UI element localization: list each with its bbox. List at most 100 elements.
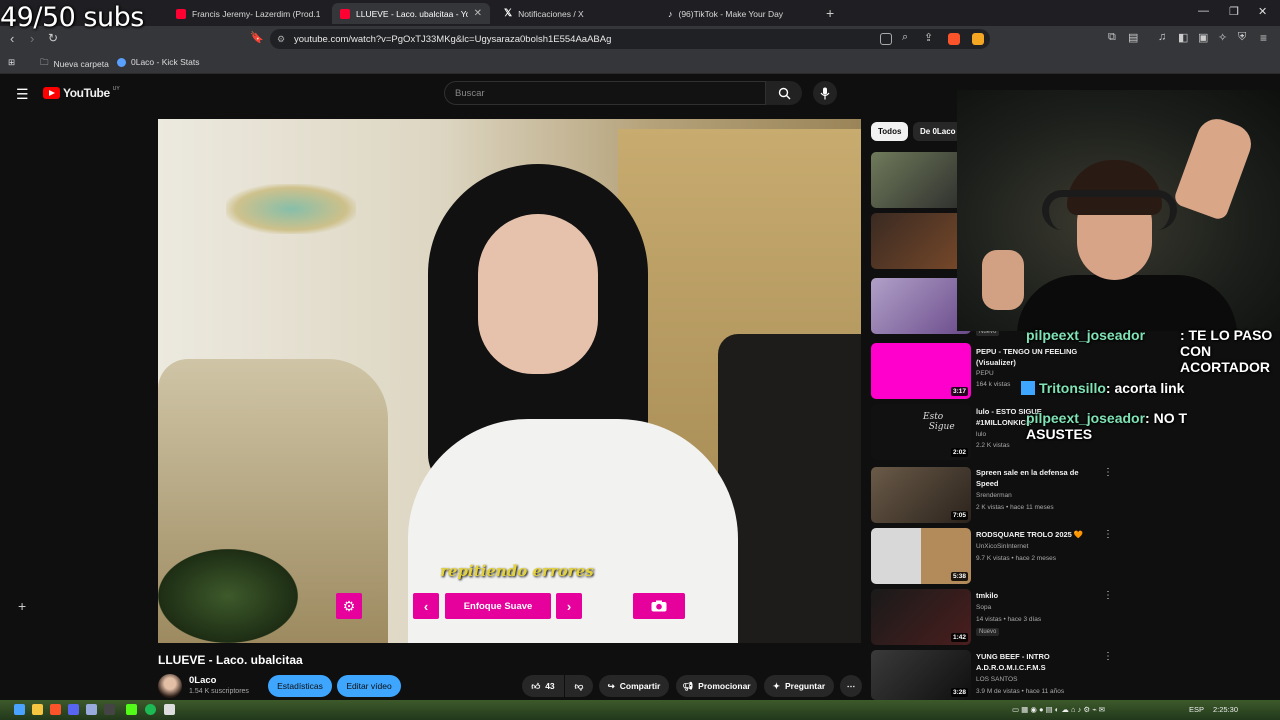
- subscriber-count: 1.54 K suscriptores: [189, 688, 249, 695]
- tab-llueve[interactable]: LLUEVE - Laco. ubalcitaa - Yo ✕: [332, 3, 490, 24]
- youtube-logo[interactable]: YouTube UY: [43, 86, 120, 100]
- tab-tiktok[interactable]: ♪ (96)TikTok - Make Your Day: [660, 3, 820, 24]
- channel-name[interactable]: 0Laco: [189, 675, 216, 686]
- reload-icon[interactable]: ↻: [48, 31, 58, 45]
- camera-capture-button[interactable]: [633, 593, 685, 619]
- related-title[interactable]: Spreen sale en la defensa de Speed: [976, 467, 1094, 489]
- close-tab-icon[interactable]: ✕: [474, 8, 482, 19]
- related-views: 3.9 M de vistas • hace 11 años: [976, 688, 1065, 695]
- extensions-icon[interactable]: ⧉: [1108, 31, 1116, 44]
- related-channel[interactable]: UnXicoSinInternet: [976, 543, 1028, 550]
- edit-video-button[interactable]: Editar vídeo: [337, 675, 401, 697]
- filter-prev-button[interactable]: ‹: [413, 593, 439, 619]
- chip-de-0laco[interactable]: De 0Laco: [913, 122, 963, 141]
- like-button[interactable]: 👍︎ 43: [522, 675, 564, 697]
- more-options-icon[interactable]: ⋮: [1103, 467, 1113, 478]
- related-thumbnail[interactable]: 3:28: [871, 650, 971, 700]
- related-thumbnail[interactable]: [871, 152, 971, 208]
- file-explorer-icon[interactable]: [32, 704, 43, 715]
- filter-label-button[interactable]: Enfoque Suave: [445, 593, 551, 619]
- duration-badge: 3:28: [950, 688, 968, 697]
- chat-message: Tritonsillo: acorta link: [1021, 380, 1184, 396]
- related-thumbnail[interactable]: [871, 213, 971, 269]
- minimize-icon[interactable]: —: [1198, 5, 1209, 17]
- language-indicator[interactable]: ESP: [1189, 705, 1204, 714]
- notepad-icon[interactable]: [86, 704, 97, 715]
- kick-icon[interactable]: [126, 704, 137, 715]
- app-icon[interactable]: [164, 704, 175, 715]
- zoom-icon[interactable]: ⌕: [902, 31, 908, 44]
- panel-icon[interactable]: ◧: [1178, 31, 1188, 44]
- vpn-icon[interactable]: ⛨: [1238, 31, 1246, 44]
- spotify-icon[interactable]: [145, 704, 156, 715]
- related-thumbnail[interactable]: 7:05: [871, 467, 971, 523]
- related-thumbnail[interactable]: 3:17: [871, 343, 971, 399]
- filter-label: Enfoque Suave: [463, 600, 533, 612]
- tray-icons[interactable]: ▭ ▦ ◉ ● ▤ ◐ ☁ ⌂ ♪ ⚙ ⌁ ✉: [1012, 705, 1105, 714]
- related-channel[interactable]: Srenderman: [976, 492, 1012, 499]
- hamburger-menu-icon[interactable]: ☰: [16, 86, 29, 103]
- cast-icon[interactable]: [880, 33, 892, 45]
- video-player[interactable]: repitiendo errores ⚙ ‹ Enfoque Suave ›: [158, 119, 861, 643]
- tab-notificaciones[interactable]: 𝕏 Notificaciones / X: [496, 3, 656, 24]
- bookmark-kick-stats[interactable]: 0Laco - Kick Stats: [117, 57, 200, 67]
- discord-icon[interactable]: [68, 704, 79, 715]
- like-count: 43: [545, 681, 555, 691]
- related-thumbnail[interactable]: [871, 278, 971, 334]
- menu-icon[interactable]: ≡: [1260, 31, 1267, 45]
- brave-icon[interactable]: [50, 704, 61, 715]
- forward-icon[interactable]: ›: [30, 31, 34, 46]
- more-options-icon[interactable]: ⋮: [1103, 590, 1113, 601]
- close-window-icon[interactable]: ✕: [1258, 5, 1267, 18]
- share-button[interactable]: ↪ Compartir: [599, 675, 669, 697]
- back-icon[interactable]: ‹: [10, 31, 14, 46]
- bookmark-nueva-carpeta[interactable]: 🗀 Nueva carpeta: [40, 57, 109, 71]
- media-icon[interactable]: ♫: [1158, 31, 1166, 43]
- search-placeholder: Buscar: [455, 87, 485, 99]
- apps-icon[interactable]: ⊞: [8, 57, 15, 68]
- start-icon[interactable]: [14, 704, 25, 715]
- clock[interactable]: 2:25:30: [1213, 705, 1238, 714]
- windows-taskbar: ▭ ▦ ◉ ● ▤ ◐ ☁ ⌂ ♪ ⚙ ⌁ ✉ ESP 2:25:30: [0, 700, 1280, 720]
- more-options-icon[interactable]: ⋮: [1103, 651, 1113, 662]
- filter-next-button[interactable]: ›: [556, 593, 582, 619]
- more-actions-button[interactable]: ⋯: [840, 675, 862, 697]
- site-info-icon[interactable]: ⚙: [277, 34, 285, 45]
- ask-label: Preguntar: [784, 681, 826, 691]
- related-channel[interactable]: lulo: [976, 431, 986, 438]
- url-text: youtube.com/watch?v=PgOxTJ33MKg&lc=Ugysa…: [294, 33, 612, 45]
- promote-button[interactable]: 📢︎ Promocionar: [676, 675, 757, 697]
- related-title[interactable]: YUNG BEEF - INTRO A.D.R.O.M.I.C.F.M.S: [976, 651, 1094, 673]
- share-icon[interactable]: ⇪: [924, 31, 933, 44]
- obs-icon[interactable]: [104, 704, 115, 715]
- restore-icon[interactable]: ❐: [1229, 5, 1239, 18]
- statistics-button[interactable]: Estadísticas: [268, 675, 332, 697]
- search-input[interactable]: Buscar: [444, 81, 766, 105]
- wallet-icon[interactable]: ▣: [1198, 31, 1208, 44]
- related-title[interactable]: PEPU - TENGO UN FEELING (Visualizer): [976, 346, 1094, 368]
- settings-gear-icon[interactable]: ⚙: [336, 593, 362, 619]
- related-thumbnail[interactable]: 1:42: [871, 589, 971, 645]
- new-tab-button[interactable]: +: [826, 5, 834, 21]
- brave-shield-icon[interactable]: [948, 33, 960, 45]
- search-button[interactable]: [766, 81, 802, 105]
- streamer-webcam-overlay: [957, 90, 1280, 331]
- sidebar-icon[interactable]: ▤: [1128, 31, 1138, 44]
- related-title[interactable]: tmkilo: [976, 590, 1094, 601]
- related-channel[interactable]: Sopa: [976, 604, 991, 611]
- related-channel[interactable]: LOS SANTOS: [976, 676, 1017, 683]
- brave-rewards-icon[interactable]: [972, 33, 984, 45]
- dislike-button[interactable]: 👎︎: [565, 675, 593, 697]
- tab-francis-jeremy[interactable]: Francis Jeremy- Lazerdim (Prod.1Mill: [168, 3, 328, 24]
- ask-button[interactable]: ✦ Preguntar: [764, 675, 834, 697]
- leo-ai-icon[interactable]: ✧: [1218, 31, 1227, 44]
- more-options-icon[interactable]: ⋮: [1103, 529, 1113, 540]
- bookmark-icon[interactable]: 🔖: [250, 31, 264, 44]
- channel-avatar[interactable]: [158, 674, 182, 698]
- chip-todos[interactable]: Todos: [871, 122, 909, 141]
- related-title[interactable]: RODSQUARE TROLO 2025 🧡: [976, 529, 1094, 540]
- voice-search-button[interactable]: [813, 81, 837, 105]
- related-thumbnail[interactable]: 5:38: [871, 528, 971, 584]
- related-channel[interactable]: PEPU: [976, 370, 994, 377]
- related-thumbnail[interactable]: Esto Sigue 2:02: [871, 404, 971, 460]
